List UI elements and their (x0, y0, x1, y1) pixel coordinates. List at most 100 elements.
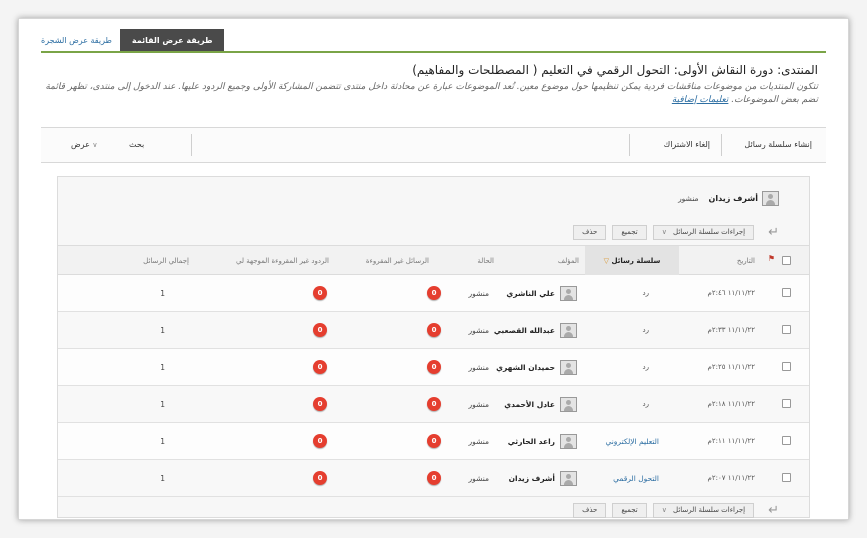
table-row[interactable]: ١١/١١/٢٢ ٢:٢٥م رد حميدان الشهري منشور 0 … (58, 349, 809, 386)
header-thread[interactable]: سلسلة رسائل ▽ (585, 246, 679, 276)
date-value: ١١/١١/٢٢ (727, 474, 755, 482)
table-row[interactable]: ١١/١١/٢٢ ٢:٣٣م رد عبدالله القصعبي منشور … (58, 312, 809, 349)
search-button[interactable]: بحث (129, 128, 144, 162)
table-row[interactable]: ١١/١١/٢٢ ٢:٤٦م رد علي الناشري منشور 0 0 … (58, 275, 809, 312)
row-author[interactable]: عادل الأحمدي (504, 386, 555, 423)
header-author[interactable]: المؤلف (558, 246, 579, 276)
header-total[interactable]: إجمالي الرسائل (143, 246, 189, 276)
row-total[interactable]: 1 (160, 275, 165, 312)
row-checkbox[interactable] (782, 473, 791, 482)
row-subject[interactable]: رد (643, 386, 650, 423)
row-subject[interactable]: التعليم الإلكتروني (605, 423, 659, 460)
thread-actions-menu[interactable]: إجراءات سلسلة الرسائل ∨ (652, 502, 755, 518)
app-frame: طريقة عرض الشجرة طريقة عرض القائمة المنت… (18, 18, 849, 520)
time-value: ٢:٣٣م (707, 326, 726, 334)
row-status: منشور (468, 400, 489, 409)
chevron-down-icon: ∨ (661, 505, 667, 514)
header-thread-label: سلسلة رسائل (611, 257, 661, 265)
unread-badge[interactable]: 0 (427, 360, 441, 374)
display-menu-button[interactable]: ∨ عرض (71, 128, 102, 162)
avatar-icon (560, 286, 577, 301)
row-author[interactable]: راعد الحارثي (508, 423, 555, 460)
table-row[interactable]: ١١/١١/٢٢ ٢:١١م التعليم الإلكتروني راعد ا… (58, 423, 809, 460)
tree-view-link[interactable]: طريقة عرض الشجرة (41, 36, 120, 51)
avatar-icon (560, 471, 577, 486)
row-date: ١١/١١/٢٢ ٢:١٨م (708, 386, 756, 423)
unread-badge[interactable]: 0 (427, 471, 441, 485)
row-subject[interactable]: رد (643, 349, 650, 386)
row-date: ١١/١١/٢٢ ٢:٣٣م (708, 312, 756, 349)
row-date: ١١/١١/٢٢ ٢:٠٧م (708, 460, 756, 497)
row-author[interactable]: حميدان الشهري (496, 349, 555, 386)
row-status: منشور (468, 326, 489, 335)
thread-actions-label: إجراءات سلسلة الرسائل (673, 227, 746, 236)
separator (629, 134, 630, 156)
delete-button[interactable]: حذف (573, 224, 607, 240)
return-arrow-icon: ↵ (768, 502, 779, 518)
table-row[interactable]: ١١/١١/٢٢ ٢:٠٧م التحول الرقمي أشرف زيدان … (58, 460, 809, 497)
author-filter-chip[interactable]: أشرف زيدان منشور (678, 189, 779, 207)
row-checkbox[interactable] (782, 399, 791, 408)
unsubscribe-button[interactable]: إلغاء الاشتراك (664, 128, 710, 162)
return-arrow-icon: ↵ (768, 224, 779, 240)
create-thread-button[interactable]: إنشاء سلسلة رسائل (744, 128, 812, 162)
more-help-link[interactable]: تعليمات إضافية (672, 95, 729, 105)
row-author[interactable]: عبدالله القصعبي (494, 312, 555, 349)
unread-replies-badge[interactable]: 0 (313, 397, 327, 411)
display-label: عرض (71, 140, 90, 149)
row-subject[interactable]: رد (643, 275, 650, 312)
list-view-tab[interactable]: طريقة عرض القائمة (119, 29, 225, 51)
row-author[interactable]: علي الناشري (506, 275, 555, 312)
unread-badge[interactable]: 0 (427, 286, 441, 300)
date-value: ١١/١١/٢٢ (727, 326, 755, 334)
avatar-icon (560, 434, 577, 449)
table-row[interactable]: ١١/١١/٢٢ ٢:١٨م رد عادل الأحمدي منشور 0 0… (58, 386, 809, 423)
unread-badge[interactable]: 0 (427, 397, 441, 411)
delete-button[interactable]: حذف (573, 502, 607, 518)
row-checkbox[interactable] (782, 436, 791, 445)
row-total[interactable]: 1 (160, 423, 165, 460)
unread-badge[interactable]: 0 (427, 323, 441, 337)
header-status[interactable]: الحالة (477, 246, 494, 276)
threads-panel: أشرف زيدان منشور ↵ إجراءات سلسلة الرسائل… (57, 176, 810, 518)
thread-actions-bottom: ↵ إجراءات سلسلة الرسائل ∨ تجميع حذف (573, 501, 779, 519)
unread-replies-badge[interactable]: 0 (313, 471, 327, 485)
thread-actions-menu[interactable]: إجراءات سلسلة الرسائل ∨ (652, 224, 755, 240)
row-author[interactable]: أشرف زيدان (509, 460, 555, 497)
row-status: منشور (468, 363, 489, 372)
date-value: ١١/١١/٢٢ (727, 437, 755, 445)
action-bar: إنشاء سلسلة رسائل إلغاء الاشتراك بحث ∨ ع… (41, 127, 826, 163)
unread-replies-badge[interactable]: 0 (313, 360, 327, 374)
date-value: ١١/١١/٢٢ (727, 400, 755, 408)
header-unread-replies[interactable]: الردود غير المقروءة الموجهة لي (236, 246, 329, 276)
unread-badge[interactable]: 0 (427, 434, 441, 448)
unread-replies-badge[interactable]: 0 (313, 434, 327, 448)
avatar-icon (560, 397, 577, 412)
select-all-checkbox[interactable] (782, 256, 791, 265)
time-value: ٢:٢٥م (707, 363, 726, 371)
forum-description: تتكون المنتديات من موضوعات مناقشات فردية… (44, 81, 818, 107)
collect-button[interactable]: تجميع (612, 502, 647, 518)
unread-replies-badge[interactable]: 0 (313, 286, 327, 300)
header-date[interactable]: التاريخ (737, 246, 755, 276)
author-status: منشور (678, 193, 699, 203)
row-checkbox[interactable] (782, 288, 791, 297)
row-checkbox[interactable] (782, 362, 791, 371)
row-date: ١١/١١/٢٢ ٢:٤٦م (708, 275, 756, 312)
flag-icon[interactable]: ⚑ (768, 254, 775, 263)
header-unread[interactable]: الرسائل غير المقروءة (366, 246, 429, 276)
row-checkbox[interactable] (782, 325, 791, 334)
collect-button[interactable]: تجميع (612, 224, 647, 240)
row-total[interactable]: 1 (160, 312, 165, 349)
row-total[interactable]: 1 (160, 386, 165, 423)
row-subject[interactable]: التحول الرقمي (613, 460, 659, 497)
row-status: منشور (468, 289, 489, 298)
row-subject[interactable]: رد (643, 312, 650, 349)
top-rule (41, 51, 826, 53)
chevron-down-icon: ∨ (92, 141, 98, 149)
avatar-icon (762, 190, 779, 206)
row-total[interactable]: 1 (160, 460, 165, 497)
view-tabs: طريقة عرض الشجرة طريقة عرض القائمة (41, 29, 225, 51)
unread-replies-badge[interactable]: 0 (313, 323, 327, 337)
row-total[interactable]: 1 (160, 349, 165, 386)
